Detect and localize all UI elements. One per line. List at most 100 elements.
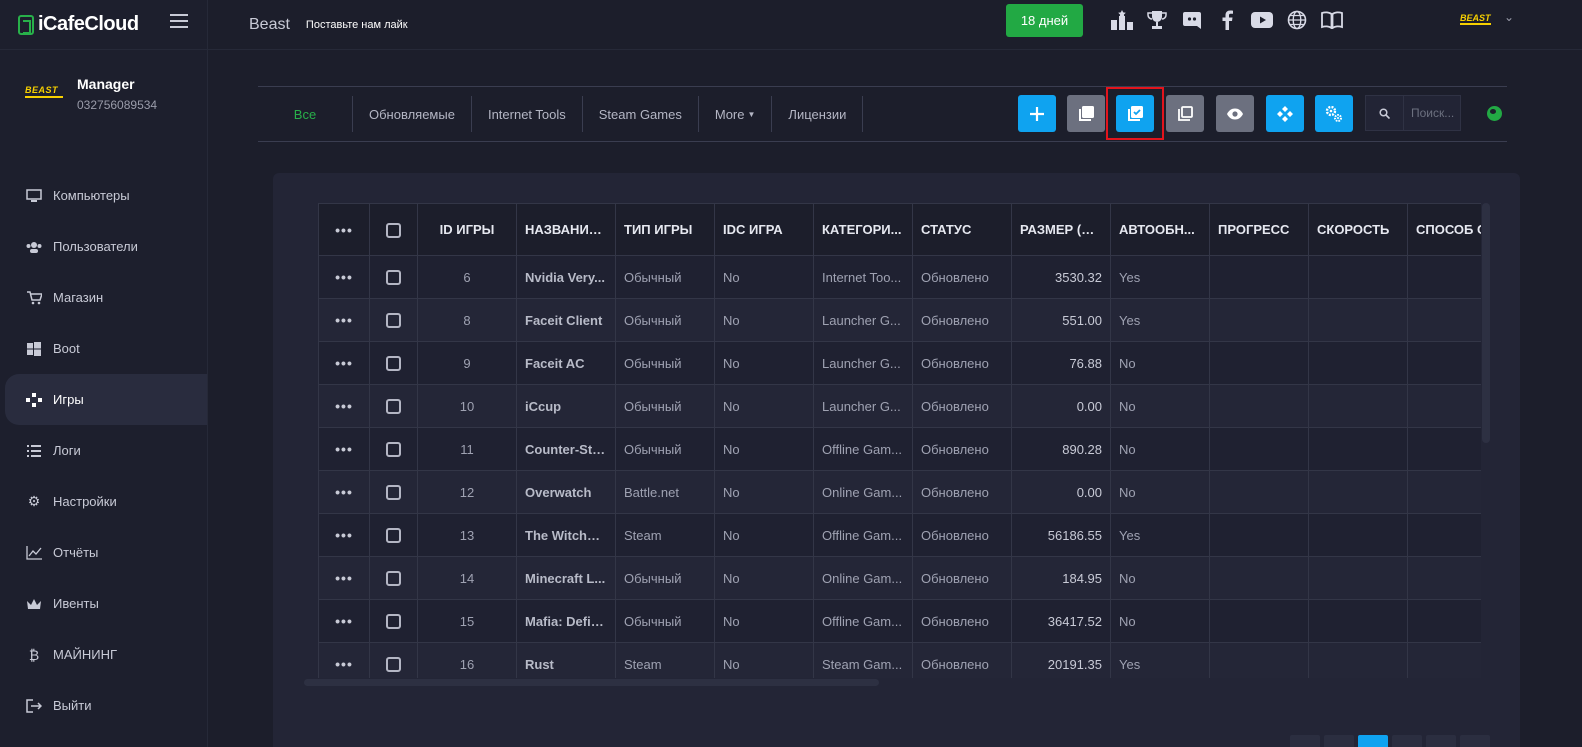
- row-select[interactable]: [369, 599, 418, 643]
- row-select[interactable]: [369, 470, 418, 514]
- row-checkbox[interactable]: [386, 528, 401, 544]
- row-checkbox[interactable]: [386, 657, 401, 673]
- pagination-button[interactable]: [1324, 735, 1354, 747]
- row-actions[interactable]: •••: [318, 556, 370, 600]
- sidebar-item-mining[interactable]: ₿ МАЙНИНГ: [0, 629, 207, 680]
- youtube-icon[interactable]: [1250, 8, 1274, 32]
- tab-steam-games[interactable]: Steam Games: [583, 96, 699, 132]
- pagination-button[interactable]: [1460, 735, 1490, 747]
- column-header-speed[interactable]: СКОРОСТЬ: [1308, 203, 1408, 256]
- row-actions[interactable]: •••: [318, 513, 370, 557]
- row-actions[interactable]: •••: [318, 470, 370, 514]
- row-checkbox[interactable]: [386, 442, 401, 458]
- sidebar-item-events[interactable]: Ивенты: [0, 578, 207, 629]
- table-row[interactable]: ••• 6 Nvidia Very... Обычный No Internet Too.…: [318, 255, 1481, 299]
- cell-size: 20191.35: [1011, 642, 1111, 678]
- sidebar-item-computers[interactable]: Компьютеры: [0, 170, 207, 221]
- table-row[interactable]: ••• 8 Faceit Client Обычный No Launcher G... О…: [318, 298, 1481, 342]
- row-checkbox[interactable]: [386, 614, 401, 630]
- row-actions[interactable]: •••: [318, 642, 370, 678]
- table-row[interactable]: ••• 12 Overwatch Battle.net No Online Gam... О…: [318, 470, 1481, 514]
- row-actions[interactable]: •••: [318, 427, 370, 471]
- row-select[interactable]: [369, 427, 418, 471]
- tab-licenses[interactable]: Лицензии: [772, 96, 864, 132]
- table-row[interactable]: ••• 10 iCcup Обычный No Launcher G... Обновлен…: [318, 384, 1481, 428]
- row-select[interactable]: [369, 255, 418, 299]
- copy-outline-button[interactable]: [1166, 95, 1204, 132]
- table-row[interactable]: ••• 16 Rust Steam No Steam Gam... Обновлено 201…: [318, 642, 1481, 678]
- sidebar-item-settings[interactable]: ⚙ Настройки: [0, 476, 207, 527]
- sidebar-item-reports[interactable]: Отчёты: [0, 527, 207, 578]
- chevron-down-icon[interactable]: ⌄: [1504, 10, 1514, 24]
- trophy-icon[interactable]: [1145, 8, 1169, 32]
- add-game-button[interactable]: [1018, 95, 1056, 132]
- pagination-button[interactable]: [1290, 735, 1320, 747]
- row-select[interactable]: [369, 513, 418, 557]
- column-header-name[interactable]: НАЗВАНИЕ...: [516, 203, 616, 256]
- column-header-idc[interactable]: IDC ИГРА: [714, 203, 814, 256]
- column-header-status[interactable]: СТАТУС: [912, 203, 1012, 256]
- column-header-progress[interactable]: ПРОГРЕСС: [1209, 203, 1309, 256]
- tab-updatable[interactable]: Обновляемые: [353, 96, 472, 132]
- settings-button[interactable]: [1315, 95, 1353, 132]
- subscription-days-button[interactable]: 18 дней: [1006, 4, 1083, 37]
- menu-toggle-icon[interactable]: [170, 14, 188, 28]
- row-actions-header[interactable]: •••: [318, 203, 370, 256]
- sidebar-item-logout[interactable]: Выйти: [0, 680, 207, 731]
- column-header-method[interactable]: СПОСОБ С: [1407, 203, 1481, 256]
- table-row[interactable]: ••• 15 Mafia: Defin... Обычный No Offline Gam…: [318, 599, 1481, 643]
- copy-button[interactable]: [1067, 95, 1105, 132]
- row-actions[interactable]: •••: [318, 255, 370, 299]
- table-row[interactable]: ••• 14 Minecraft L... Обычный No Online Gam..…: [318, 556, 1481, 600]
- facebook-icon[interactable]: [1215, 8, 1239, 32]
- row-actions[interactable]: •••: [318, 599, 370, 643]
- column-header-category[interactable]: КАТЕГОРИ...: [813, 203, 913, 256]
- discord-icon[interactable]: [1180, 8, 1204, 32]
- pagination-button[interactable]: [1392, 735, 1422, 747]
- row-checkbox[interactable]: [386, 399, 401, 415]
- row-actions[interactable]: •••: [318, 341, 370, 385]
- row-checkbox[interactable]: [386, 356, 401, 372]
- sidebar-item-users[interactable]: Пользователи: [0, 221, 207, 272]
- sidebar-item-boot[interactable]: Boot: [0, 323, 207, 374]
- row-checkbox[interactable]: [386, 270, 401, 286]
- column-header-id[interactable]: ID ИГРЫ: [417, 203, 517, 256]
- search-input[interactable]: [1404, 96, 1460, 130]
- row-select[interactable]: [369, 642, 418, 678]
- select-all-header[interactable]: [369, 203, 418, 256]
- sidebar-item-games[interactable]: Игры: [5, 374, 207, 425]
- sidebar-item-logs[interactable]: Логи: [0, 425, 207, 476]
- vertical-scrollbar[interactable]: [1482, 203, 1490, 443]
- tab-more[interactable]: More ▼: [699, 96, 773, 132]
- games-table-container[interactable]: ••• ID ИГРЫ НАЗВАНИЕ... ТИП ИГРЫ IDC ИГР…: [318, 203, 1481, 678]
- table-row[interactable]: ••• 11 Counter-Str... Обычный No Offline Gam.…: [318, 427, 1481, 471]
- globe-icon[interactable]: [1285, 8, 1309, 32]
- row-actions[interactable]: •••: [318, 384, 370, 428]
- sidebar-item-label: Пользователи: [53, 239, 138, 254]
- table-row[interactable]: ••• 9 Faceit AC Обычный No Launcher G... Обнов…: [318, 341, 1481, 385]
- globe-icon[interactable]: [1487, 106, 1502, 121]
- horizontal-scrollbar[interactable]: [304, 679, 879, 686]
- column-header-type[interactable]: ТИП ИГРЫ: [615, 203, 715, 256]
- row-actions[interactable]: •••: [318, 298, 370, 342]
- pagination-button[interactable]: [1426, 735, 1456, 747]
- tab-all[interactable]: Все: [258, 96, 353, 132]
- view-button[interactable]: [1216, 95, 1254, 132]
- table-row[interactable]: ••• 13 The Witcher... Steam No Offline Gam...…: [318, 513, 1481, 557]
- row-checkbox[interactable]: [386, 571, 401, 587]
- sidebar-item-shop[interactable]: Магазин: [0, 272, 207, 323]
- column-header-autoupdate[interactable]: АВТООБН...: [1110, 203, 1210, 256]
- row-select[interactable]: [369, 298, 418, 342]
- row-select[interactable]: [369, 341, 418, 385]
- diamond-button[interactable]: [1266, 95, 1304, 132]
- column-header-size[interactable]: РАЗМЕР (M...: [1011, 203, 1111, 256]
- row-checkbox[interactable]: [386, 313, 401, 329]
- row-checkbox[interactable]: [386, 485, 401, 501]
- leaderboard-icon[interactable]: [1110, 8, 1134, 32]
- select-all-checkbox[interactable]: [386, 222, 401, 238]
- row-select[interactable]: [369, 556, 418, 600]
- book-icon[interactable]: [1320, 8, 1344, 32]
- tab-internet-tools[interactable]: Internet Tools: [472, 96, 583, 132]
- pagination-button-active[interactable]: [1358, 735, 1388, 747]
- row-select[interactable]: [369, 384, 418, 428]
